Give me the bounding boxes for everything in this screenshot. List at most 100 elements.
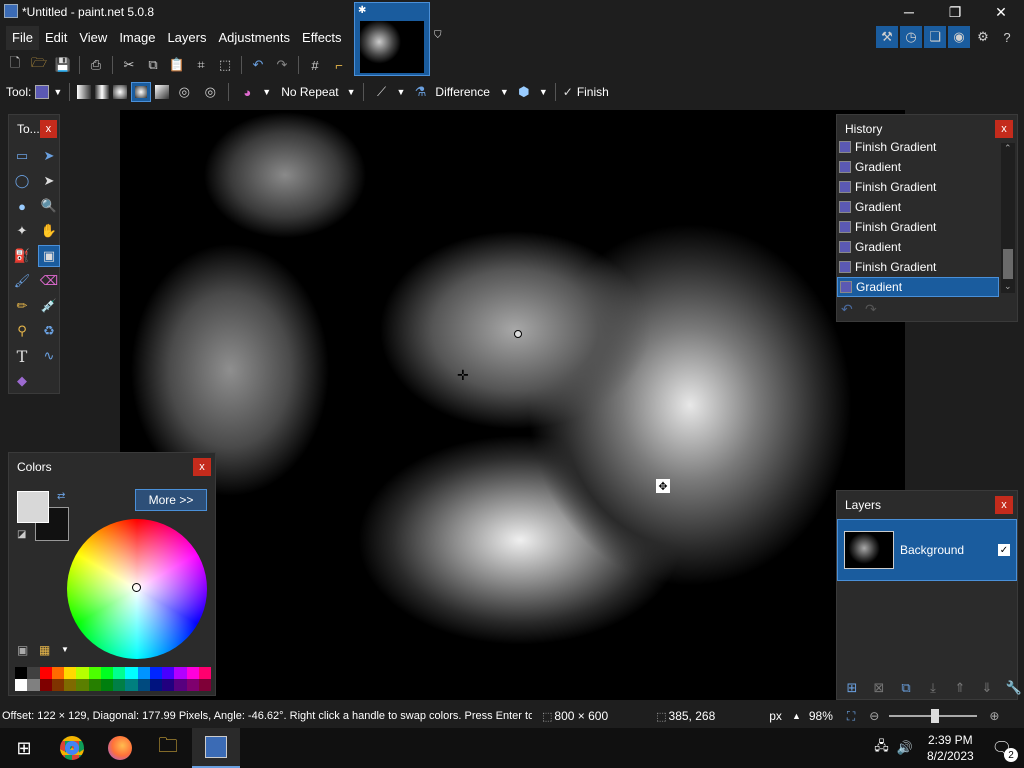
history-item[interactable]: Gradient (837, 157, 999, 177)
current-tool-icon[interactable] (35, 85, 50, 99)
volume-icon[interactable]: 🔊 (897, 740, 913, 756)
move-selection-icon[interactable]: ➤ (38, 170, 60, 192)
menu-adjustments[interactable]: Adjustments (212, 26, 296, 50)
move-handle-icon[interactable]: ✥ (656, 479, 670, 493)
layers-toggle-icon[interactable]: ❏ (924, 26, 946, 48)
text-tool-icon[interactable]: T (11, 345, 33, 367)
history-toggle-icon[interactable]: ◷ (900, 26, 922, 48)
history-item-selected[interactable]: Gradient (837, 277, 999, 297)
zoom-level[interactable]: 98% (809, 709, 833, 723)
crop-icon[interactable]: ⌗ (190, 54, 212, 76)
ruler-icon[interactable]: ⌐ (328, 54, 350, 76)
lasso-select-icon[interactable]: ◯ (11, 170, 33, 192)
layer-row[interactable]: Background ✓ (837, 519, 1017, 581)
zoom-out-icon[interactable]: ⊖ (869, 709, 879, 723)
minimize-button[interactable]: ─ (886, 0, 932, 24)
recolor-icon[interactable]: ♻ (38, 320, 60, 342)
undo-icon[interactable]: ↶ (247, 54, 269, 76)
chevron-down-icon[interactable]: ▼ (262, 87, 271, 97)
primary-color-swatch[interactable] (17, 491, 49, 523)
menu-image[interactable]: Image (113, 26, 161, 50)
add-palette-icon[interactable]: ▣ (17, 643, 28, 657)
spiral-cw-icon[interactable]: ◎ (173, 81, 195, 103)
line-curve-icon[interactable]: ∿ (38, 345, 60, 367)
repeat-mode-select[interactable]: No Repeat (281, 85, 338, 99)
spiral-ccw-icon[interactable]: ◎ (199, 81, 221, 103)
eraser-icon[interactable]: ⌫ (38, 270, 60, 292)
paste-icon[interactable]: 📋 (166, 54, 188, 76)
magic-wand-icon[interactable]: ✦ (11, 220, 33, 242)
history-undo-icon[interactable]: ↶ (841, 301, 853, 318)
finish-button[interactable]: Finish (577, 85, 609, 99)
paintnet-taskbar-icon[interactable] (192, 728, 240, 768)
scrollbar-thumb[interactable] (1003, 249, 1013, 279)
menu-file[interactable]: File (6, 26, 39, 50)
scroll-down-icon[interactable]: ⌄ (1004, 281, 1012, 292)
more-colors-button[interactable]: More >> (135, 489, 207, 511)
chevron-down-icon[interactable]: ▼ (61, 645, 69, 654)
history-item[interactable]: Finish Gradient (837, 139, 999, 157)
history-item[interactable]: Finish Gradient (837, 177, 999, 197)
history-item[interactable]: Gradient (837, 197, 999, 217)
clone-stamp-icon[interactable]: ⚲ (11, 320, 33, 342)
history-item[interactable]: Finish Gradient (837, 257, 999, 277)
history-scrollbar[interactable]: ⌃ ⌄ (1001, 143, 1015, 293)
menu-view[interactable]: View (73, 26, 113, 50)
close-button[interactable]: ✕ (978, 0, 1024, 24)
zoom-slider[interactable] (889, 709, 978, 723)
history-item[interactable]: Finish Gradient (837, 217, 999, 237)
antialias-icon[interactable]: ⟋ (371, 81, 393, 103)
menu-effects[interactable]: Effects (296, 26, 348, 50)
layers-panel-close[interactable]: x (995, 496, 1013, 514)
menu-layers[interactable]: Layers (161, 26, 212, 50)
tools-toggle-icon[interactable]: ⚒ (876, 26, 898, 48)
rectangle-select-icon[interactable]: ▭ (11, 145, 33, 167)
gradient-handle-start[interactable] (514, 330, 522, 338)
units-select[interactable]: px (769, 709, 782, 723)
blend-mode-icon[interactable]: ⚗ (409, 81, 431, 103)
zoom-in-icon[interactable]: ⊕ (989, 709, 999, 723)
reset-colors-icon[interactable]: ◪ (17, 529, 26, 540)
color-picker-icon[interactable]: 💉 (38, 295, 60, 317)
tab-dropdown-icon[interactable]: ⛉ (434, 30, 442, 41)
zoom-slider-thumb[interactable] (931, 709, 940, 723)
history-item[interactable]: Gradient (837, 237, 999, 257)
color-wheel-marker[interactable] (132, 583, 141, 592)
chevron-down-icon[interactable]: ▼ (347, 87, 356, 97)
notifications-icon[interactable]: 🗨 2 (992, 738, 1018, 762)
gradient-tool-icon[interactable]: ▣ (38, 245, 60, 267)
maximize-button[interactable]: ❐ (932, 0, 978, 24)
ellipse-select-icon[interactable]: ● (11, 195, 33, 217)
chevron-down-icon[interactable]: ▼ (500, 87, 509, 97)
chevron-down-icon[interactable]: ▼ (539, 87, 548, 97)
color-mode-icon[interactable]: ◕ (236, 81, 258, 103)
paintbrush-icon[interactable]: 🖌 (11, 270, 33, 292)
move-selected-icon[interactable]: ➤ (38, 145, 60, 167)
colors-panel-close[interactable]: x (193, 458, 211, 476)
linear-reflected-icon[interactable] (95, 85, 110, 99)
settings-gear-icon[interactable]: ⚙ (972, 26, 994, 48)
network-icon[interactable]: 🖧 (874, 737, 889, 759)
cut-icon[interactable]: ✂ (118, 54, 140, 76)
firefox-icon[interactable] (96, 728, 144, 768)
delete-layer-icon[interactable]: ⊠ (868, 677, 890, 699)
deselect-icon[interactable]: ⬚ (214, 54, 236, 76)
color-palette[interactable] (15, 667, 211, 691)
zoom-fit-icon[interactable]: ⛶ (847, 709, 855, 724)
chevron-down-icon[interactable]: ▼ (53, 87, 62, 97)
windows-start-icon[interactable]: ⊞ (0, 728, 48, 768)
swap-colors-icon[interactable]: ⇄ (57, 491, 65, 502)
linear-gradient-icon[interactable] (77, 85, 92, 99)
diamond-gradient-icon[interactable] (113, 85, 128, 99)
sampling-icon[interactable]: ⬢ (513, 81, 535, 103)
move-layer-up-icon[interactable]: ⇑ (949, 677, 971, 699)
radial-gradient-icon[interactable] (131, 82, 152, 102)
print-icon[interactable]: ⎙ (85, 54, 107, 76)
add-layer-icon[interactable]: ⊞ (841, 677, 863, 699)
palette-menu-icon[interactable]: ▦ (39, 643, 50, 657)
file-explorer-icon[interactable]: 🗀 (144, 728, 192, 768)
colors-toggle-icon[interactable]: ◉ (948, 26, 970, 48)
redo-icon[interactable]: ↷ (271, 54, 293, 76)
history-panel-close[interactable]: x (995, 120, 1013, 138)
checkmark-icon[interactable]: ✓ (563, 85, 573, 99)
